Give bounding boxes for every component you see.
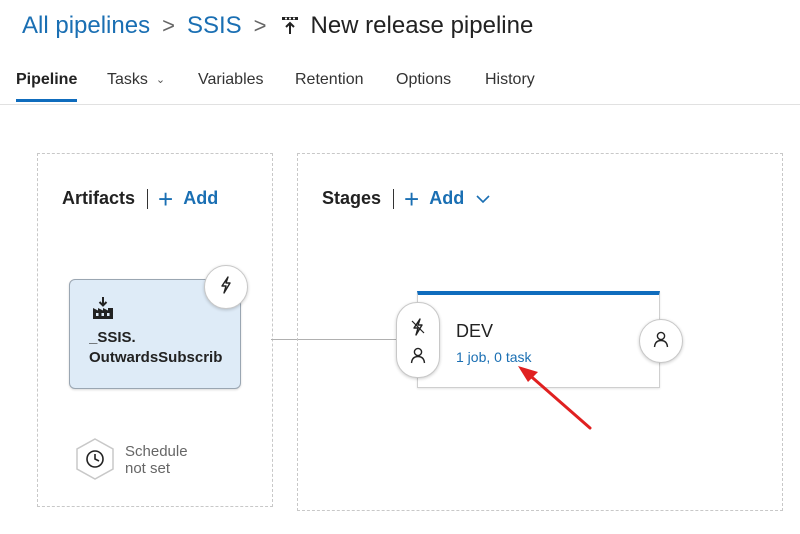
tab-bar: Pipeline Tasks ⌄ Variables Retention Opti… bbox=[0, 62, 800, 105]
release-pipeline-icon bbox=[279, 15, 301, 37]
tab-label: Retention bbox=[295, 71, 364, 88]
post-deployment-approvals-button[interactable] bbox=[639, 319, 683, 363]
artifacts-title: Artifacts bbox=[62, 188, 136, 208]
tab-pipeline[interactable]: Pipeline bbox=[16, 62, 78, 102]
tab-history[interactable]: History bbox=[485, 62, 535, 102]
artifact-name-line2: OutwardsSubscrib bbox=[89, 349, 223, 366]
person-icon bbox=[652, 330, 670, 353]
lightning-icon bbox=[217, 275, 235, 299]
artifact-name: _SSIS. OutwardsSubscrib bbox=[89, 328, 234, 368]
plus-icon: + bbox=[158, 183, 174, 214]
breadcrumb-separator: > bbox=[253, 13, 267, 38]
chevron-down-icon bbox=[476, 191, 490, 207]
clock-icon[interactable] bbox=[74, 437, 116, 481]
build-icon bbox=[91, 296, 115, 320]
breadcrumb-ssis[interactable]: SSIS bbox=[187, 12, 242, 40]
artifact-name-line1: _SSIS. bbox=[89, 329, 136, 346]
tab-variables[interactable]: Variables bbox=[198, 62, 264, 102]
header-divider bbox=[393, 188, 395, 209]
plus-icon: + bbox=[404, 183, 420, 214]
breadcrumb-separator: > bbox=[162, 13, 175, 38]
annotation-arrow-icon bbox=[518, 366, 592, 430]
tab-label: Options bbox=[396, 71, 452, 88]
stages-header: Stages + Add bbox=[322, 183, 490, 214]
tab-options[interactable]: Options bbox=[396, 62, 451, 102]
breadcrumb: All pipelines > SSIS > New release pipel… bbox=[22, 8, 533, 44]
tab-tasks[interactable]: Tasks ⌄ bbox=[107, 62, 165, 102]
artifacts-header: Artifacts + Add bbox=[62, 183, 219, 214]
tab-label: Tasks bbox=[107, 71, 148, 88]
schedule-line2: not set bbox=[125, 460, 171, 477]
add-artifact-label: Add bbox=[183, 188, 219, 208]
tab-label: Pipeline bbox=[16, 71, 78, 88]
add-stage-button[interactable]: + Add bbox=[404, 183, 490, 214]
stages-title: Stages bbox=[322, 188, 382, 208]
lightning-icon[interactable] bbox=[408, 317, 428, 337]
tab-label: Variables bbox=[198, 71, 264, 88]
page-title: New release pipeline bbox=[310, 12, 534, 39]
add-stage-label: Add bbox=[429, 188, 465, 208]
chevron-down-icon: ⌄ bbox=[155, 74, 166, 86]
add-artifact-button[interactable]: + Add bbox=[158, 183, 219, 214]
tab-retention[interactable]: Retention bbox=[295, 62, 364, 102]
schedule-line1: Schedule bbox=[125, 443, 188, 460]
breadcrumb-all-pipelines[interactable]: All pipelines bbox=[22, 12, 150, 40]
tab-label: History bbox=[485, 71, 535, 88]
person-icon[interactable] bbox=[408, 345, 428, 365]
pre-deployment-conditions[interactable] bbox=[396, 302, 440, 378]
continuous-deployment-trigger-button[interactable] bbox=[204, 265, 248, 309]
schedule-status[interactable]: Schedule not set bbox=[125, 443, 188, 477]
stage-name: DEV bbox=[456, 321, 494, 341]
header-divider bbox=[147, 188, 149, 209]
